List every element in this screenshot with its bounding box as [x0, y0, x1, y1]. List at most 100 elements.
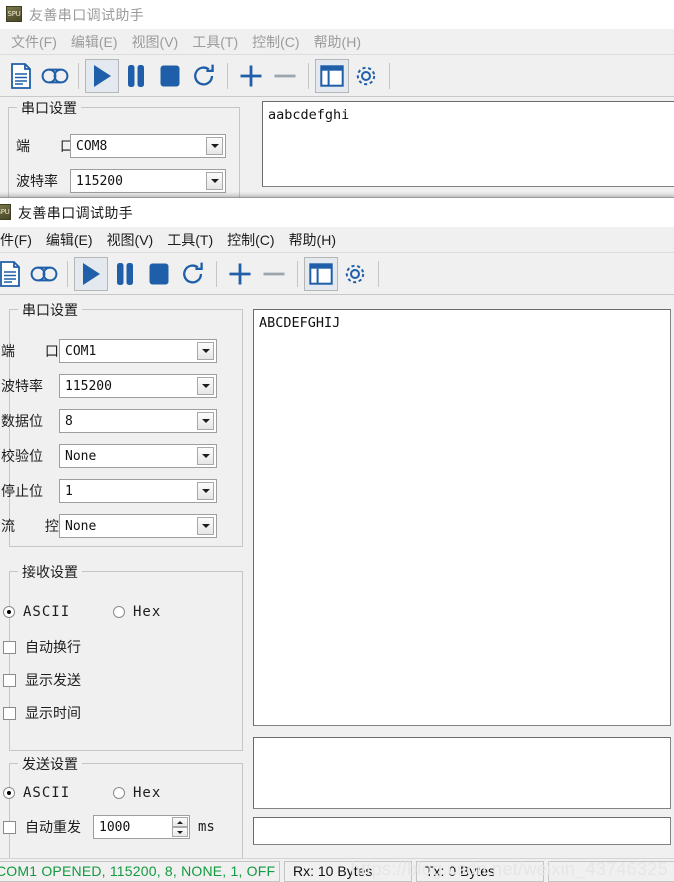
menu-tools[interactable]: 工具(T): [160, 228, 220, 252]
auto-resend-label: 自动重发: [25, 819, 81, 835]
status-connection-panel: COM1 OPENED, 115200, 8, NONE, 1, OFF: [0, 860, 280, 882]
tape-icon[interactable]: [38, 59, 72, 93]
parity-combobox[interactable]: None: [59, 444, 217, 468]
checkbox-box-icon: [3, 673, 16, 687]
receive-settings-title: 接收设置: [18, 562, 82, 582]
back-port-value: COM8: [76, 138, 108, 154]
send-text: [254, 738, 670, 743]
send-textarea[interactable]: [253, 737, 671, 809]
menu-help[interactable]: 帮助(H): [307, 30, 368, 54]
document-icon[interactable]: [0, 257, 27, 291]
back-baudrate-combobox[interactable]: 115200: [70, 169, 226, 193]
back-window-menubar[interactable]: 文件(F) 编辑(E) 视图(V) 工具(T) 控制(C) 帮助(H): [0, 29, 674, 55]
menu-view[interactable]: 视图(V): [100, 228, 161, 252]
play-icon[interactable]: [74, 256, 108, 291]
back-window-toolbar[interactable]: [0, 55, 674, 97]
document-icon[interactable]: [4, 59, 38, 93]
stepper-up-icon[interactable]: [172, 817, 188, 827]
chevron-down-icon[interactable]: [197, 412, 214, 430]
checkbox-box-icon: [3, 706, 16, 720]
databits-combobox[interactable]: 8: [59, 409, 217, 433]
stopbits-combobox[interactable]: 1: [59, 479, 217, 503]
menu-edit[interactable]: 编辑(E): [39, 228, 100, 252]
chevron-down-icon[interactable]: [197, 447, 214, 465]
status-extra-panel: [548, 860, 674, 882]
back-port-label: 端 口: [16, 138, 87, 154]
panel-icon[interactable]: [315, 58, 349, 93]
toolbar-separator: [297, 260, 298, 287]
baudrate-label: 波特率: [1, 378, 43, 394]
chevron-down-icon[interactable]: [197, 342, 214, 360]
stop-icon[interactable]: [153, 59, 187, 93]
toolbar[interactable]: [0, 253, 674, 295]
minus-icon[interactable]: [257, 257, 291, 291]
plus-icon[interactable]: [234, 59, 268, 93]
main-window[interactable]: SPU 友善串口调试助手 件(F) 编辑(E) 视图(V) 工具(T) 控制(C…: [0, 197, 674, 882]
back-receive-textarea[interactable]: aabcdefghi: [262, 101, 674, 187]
gear-icon[interactable]: [349, 59, 383, 93]
gear-icon[interactable]: [338, 257, 372, 291]
menu-control[interactable]: 控制(C): [245, 30, 306, 54]
menu-control[interactable]: 控制(C): [220, 228, 281, 252]
menu-file[interactable]: 文件(F): [4, 30, 64, 54]
flowcontrol-combobox[interactable]: None: [59, 514, 217, 538]
command-input[interactable]: [253, 817, 671, 845]
background-window[interactable]: SPU 友善串口调试助手 文件(F) 编辑(E) 视图(V) 工具(T) 控制(…: [0, 0, 674, 200]
chevron-down-icon[interactable]: [197, 377, 214, 395]
minus-icon[interactable]: [268, 59, 302, 93]
port-combobox[interactable]: COM1: [59, 339, 217, 363]
menu-file[interactable]: 件(F): [0, 228, 39, 252]
auto-newline-checkbox[interactable]: 自动换行: [3, 637, 81, 657]
menu-view[interactable]: 视图(V): [125, 30, 186, 54]
toolbar-separator: [389, 62, 390, 89]
receive-text: ABCDEFGHIJ: [259, 315, 341, 331]
chevron-down-icon[interactable]: [206, 137, 223, 155]
pause-icon[interactable]: [108, 257, 142, 291]
plus-icon[interactable]: [223, 257, 257, 291]
stopbits-label: 停止位: [1, 483, 43, 499]
parity-value: None: [65, 448, 97, 464]
flowcontrol-value: None: [65, 518, 97, 534]
resend-interval-stepper[interactable]: 1000: [93, 815, 190, 839]
app-icon: SPU: [0, 204, 11, 220]
titlebar[interactable]: SPU 友善串口调试助手: [0, 198, 674, 227]
receive-textarea[interactable]: ABCDEFGHIJ: [253, 309, 671, 726]
menu-edit[interactable]: 编辑(E): [64, 30, 125, 54]
status-rx-panel: Rx: 10 Bytes: [284, 860, 412, 882]
chevron-down-icon[interactable]: [197, 517, 214, 535]
pause-icon[interactable]: [119, 59, 153, 93]
panel-icon[interactable]: [304, 256, 338, 291]
databits-label: 数据位: [1, 413, 43, 429]
toolbar-separator: [67, 260, 68, 287]
stop-icon[interactable]: [142, 257, 176, 291]
parity-label: 校验位: [1, 448, 43, 464]
back-window-titlebar[interactable]: SPU 友善串口调试助手: [0, 0, 674, 29]
menu-tools[interactable]: 工具(T): [185, 30, 245, 54]
window-title: 友善串口调试助手: [18, 205, 134, 221]
auto-newline-label: 自动换行: [25, 639, 81, 655]
receive-hex-radio[interactable]: Hex: [113, 604, 161, 620]
menubar[interactable]: 件(F) 编辑(E) 视图(V) 工具(T) 控制(C) 帮助(H): [0, 227, 674, 253]
receive-ascii-radio[interactable]: ASCII: [3, 604, 70, 620]
menu-help[interactable]: 帮助(H): [282, 228, 343, 252]
auto-resend-checkbox[interactable]: 自动重发: [3, 817, 81, 837]
send-hex-radio[interactable]: Hex: [113, 785, 161, 801]
send-ascii-radio[interactable]: ASCII: [3, 785, 70, 801]
show-time-checkbox[interactable]: 显示时间: [3, 703, 81, 723]
play-icon[interactable]: [85, 58, 119, 93]
tape-icon[interactable]: [27, 257, 61, 291]
chevron-down-icon[interactable]: [206, 172, 223, 190]
chevron-down-icon[interactable]: [197, 482, 214, 500]
stepper-down-icon[interactable]: [172, 827, 188, 837]
send-hex-label: Hex: [133, 785, 162, 801]
back-receive-text: aabcdefghi: [268, 107, 350, 123]
status-rx-text: Rx: 10 Bytes: [293, 863, 373, 879]
show-send-checkbox[interactable]: 显示发送: [3, 670, 81, 690]
command-text: [254, 818, 670, 823]
refresh-icon[interactable]: [176, 257, 210, 291]
checkbox-box-icon: [3, 820, 16, 834]
refresh-icon[interactable]: [187, 59, 221, 93]
stepper-buttons[interactable]: [172, 817, 188, 837]
back-port-combobox[interactable]: COM8: [70, 134, 226, 158]
baudrate-combobox[interactable]: 115200: [59, 374, 217, 398]
